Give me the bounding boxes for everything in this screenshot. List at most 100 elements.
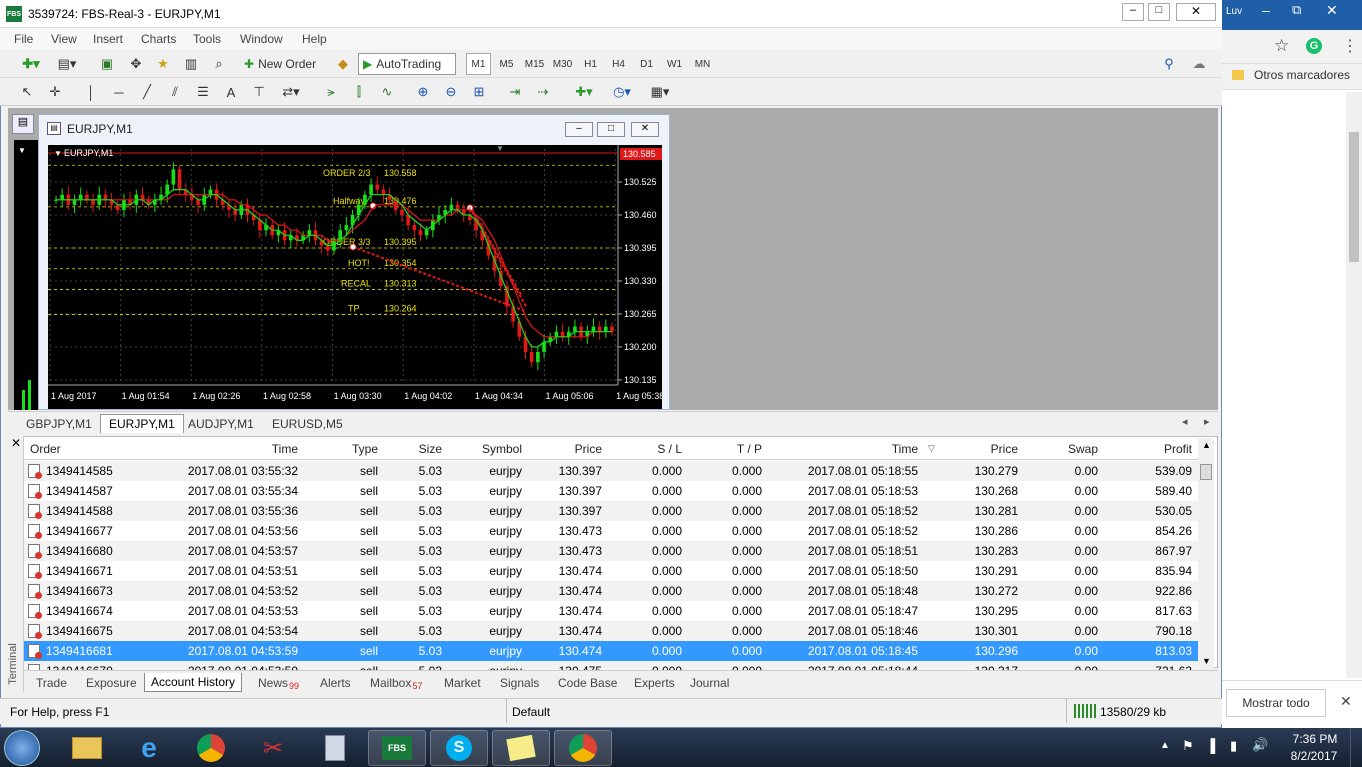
timeframe-w1[interactable]: W1 <box>662 53 687 75</box>
tab-mailbox[interactable]: Mailbox 57 <box>364 673 428 692</box>
tab-code-base[interactable]: Code Base <box>552 673 623 692</box>
text-label-icon[interactable]: ⊤ <box>248 81 270 103</box>
data-window-icon[interactable]: ✥ <box>125 53 147 75</box>
chart-tab-audjpy[interactable]: AUDJPY,M1 <box>180 414 262 433</box>
fbs-taskbar-icon[interactable]: FBS <box>368 730 426 766</box>
browser-minimize-button[interactable]: – <box>1262 2 1270 18</box>
new-order-button[interactable]: ✚ New Order <box>244 53 328 75</box>
col-take-profit[interactable]: T / P <box>688 442 762 456</box>
autotrading-button[interactable]: ▶ AutoTrading <box>358 53 456 75</box>
skype-icon[interactable]: S <box>430 730 488 766</box>
snipping-tool-icon[interactable]: ✂ <box>244 730 302 766</box>
chart-tab-gbpjpy[interactable]: GBPJPY,M1 <box>18 414 100 433</box>
chat-icon[interactable]: ☁ <box>1186 53 1212 75</box>
table-row[interactable]: 1349416677 2017.08.01 04:53:56 sell 5.03 eur… <box>24 521 1198 541</box>
col-open-price[interactable]: Price <box>528 442 602 456</box>
timeframe-m1[interactable]: M1 <box>466 53 491 75</box>
price-chart[interactable]: ORDER 2/3 130.558 Halfway 130.476 ORDER 3/3 1… <box>48 144 664 409</box>
table-row[interactable]: 1349414588 2017.08.01 03:55:36 sell 5.03 eur… <box>24 501 1198 521</box>
tray-clock-time[interactable]: 7:36 PM <box>1290 732 1340 746</box>
tab-exposure[interactable]: Exposure <box>80 673 143 692</box>
menu-tools[interactable]: Tools <box>193 32 221 46</box>
timeframe-d1[interactable]: D1 <box>634 53 659 75</box>
trendline-icon[interactable]: ╱ <box>136 81 158 103</box>
table-row[interactable]: 1349416675 2017.08.01 04:53:54 sell 5.03 eur… <box>24 621 1198 641</box>
crosshair-icon[interactable]: ✛ <box>44 81 66 103</box>
tabs-scroll-left-icon[interactable]: ◂ <box>1182 415 1188 428</box>
table-row[interactable]: 1349416681 2017.08.01 04:53:59 sell 5.03 eur… <box>24 641 1198 661</box>
tray-power-icon[interactable]: ▮ <box>1230 738 1237 754</box>
timeframe-h1[interactable]: H1 <box>578 53 603 75</box>
minimized-chart-icon[interactable]: ▤ <box>12 114 34 134</box>
browser-scrollbar[interactable] <box>1346 92 1362 678</box>
table-row[interactable]: 1349416674 2017.08.01 04:53:53 sell 5.03 eur… <box>24 601 1198 621</box>
table-row[interactable]: 1349416673 2017.08.01 04:53:52 sell 5.03 eur… <box>24 581 1198 601</box>
menu-file[interactable]: File <box>14 32 33 46</box>
timeframe-m15[interactable]: M15 <box>522 53 547 75</box>
terminal-icon[interactable]: ▥ <box>180 53 202 75</box>
tab-experts[interactable]: Experts <box>628 673 681 692</box>
browser-restore-button[interactable]: ⧉ <box>1292 2 1301 18</box>
table-scroll-thumb[interactable] <box>1200 464 1212 480</box>
scroll-up-icon[interactable]: ▲ <box>1202 440 1211 450</box>
tray-flag-icon[interactable]: ⚑ <box>1182 738 1194 754</box>
profiles-icon[interactable]: ▤▾ <box>52 53 82 75</box>
tab-account-history[interactable]: Account History <box>144 673 243 692</box>
col-open-time[interactable]: Time <box>174 442 298 456</box>
chart-tab-eurusd[interactable]: EURUSD,M5 <box>264 414 351 433</box>
timeframe-m30[interactable]: M30 <box>550 53 575 75</box>
horizontal-line-icon[interactable]: ─ <box>108 81 130 103</box>
sticky-notes-icon[interactable] <box>492 730 550 766</box>
other-bookmarks[interactable]: Otros marcadores <box>1254 68 1350 82</box>
table-scrollbar[interactable]: ▲ ▼ <box>1198 438 1214 668</box>
browser-close-button[interactable]: ✕ <box>1326 2 1338 19</box>
zoom-in-icon[interactable]: ⊕ <box>412 81 434 103</box>
col-type[interactable]: Type <box>304 442 378 456</box>
tab-news[interactable]: News 99 <box>252 673 305 692</box>
menu-insert[interactable]: Insert <box>93 32 123 46</box>
tabs-scroll-right-icon[interactable]: ▸ <box>1204 415 1210 428</box>
menu-window[interactable]: Window <box>240 32 283 46</box>
tab-journal[interactable]: Journal <box>684 673 735 692</box>
explorer-icon[interactable] <box>58 730 116 766</box>
chart-close-button[interactable]: ✕ <box>631 122 659 137</box>
table-row[interactable]: 1349414587 2017.08.01 03:55:34 sell 5.03 eur… <box>24 481 1198 501</box>
tab-trade[interactable]: Trade <box>30 673 73 692</box>
chart-shift-marker-icon[interactable]: ▼ <box>496 144 504 153</box>
col-swap[interactable]: Swap <box>1024 442 1098 456</box>
close-button[interactable]: ✕ <box>1176 3 1216 21</box>
browser-scroll-thumb[interactable] <box>1349 132 1359 262</box>
chart-tab-eurjpy[interactable]: EURJPY,M1 <box>100 414 184 433</box>
cursor-icon[interactable]: ↖ <box>16 81 38 103</box>
timeframe-m5[interactable]: M5 <box>494 53 519 75</box>
arrows-icon[interactable]: ⇄▾ <box>276 81 306 103</box>
terminal-close-icon[interactable]: ✕ <box>11 436 21 450</box>
connection-bars-icon[interactable] <box>1074 704 1096 718</box>
grammarly-icon[interactable]: G <box>1306 38 1322 54</box>
new-chart-icon[interactable]: ✚▾ <box>16 53 46 75</box>
tile-windows-icon[interactable]: ⊞ <box>468 81 490 103</box>
candlesticks-icon[interactable]: ⫿ <box>348 81 370 103</box>
minimize-button[interactable]: – <box>1122 3 1144 21</box>
tray-expand-icon[interactable]: ▲ <box>1160 740 1170 751</box>
indicators-icon[interactable]: ✚▾ <box>568 81 600 103</box>
internet-explorer-icon[interactable]: e <box>120 730 178 766</box>
chrome-icon[interactable] <box>182 730 240 766</box>
templates-icon[interactable]: ▦▾ <box>644 81 676 103</box>
chrome-window-icon[interactable] <box>554 730 612 766</box>
navigator-icon[interactable]: ★ <box>152 53 174 75</box>
restore-button[interactable]: □ <box>1148 3 1170 21</box>
autoscroll-icon[interactable]: ⇢ <box>532 81 554 103</box>
col-stop-loss[interactable]: S / L <box>608 442 682 456</box>
show-desktop-button[interactable] <box>1350 728 1362 767</box>
fibonacci-icon[interactable]: ☰ <box>192 81 214 103</box>
table-row[interactable]: 1349414585 2017.08.01 03:55:32 sell 5.03 eur… <box>24 461 1198 481</box>
table-row[interactable]: 1349416680 2017.08.01 04:53:57 sell 5.03 eur… <box>24 541 1198 561</box>
show-all-button[interactable]: Mostrar todo <box>1226 689 1326 717</box>
col-close-time[interactable]: Time <box>768 442 918 456</box>
calculator-icon[interactable] <box>306 730 364 766</box>
tray-clock-date[interactable]: 8/2/2017 <box>1286 749 1342 763</box>
chart-shift-icon[interactable]: ⇥ <box>504 81 526 103</box>
browser-menu-icon[interactable]: ⋮ <box>1342 36 1358 56</box>
col-close-price[interactable]: Price <box>944 442 1018 456</box>
